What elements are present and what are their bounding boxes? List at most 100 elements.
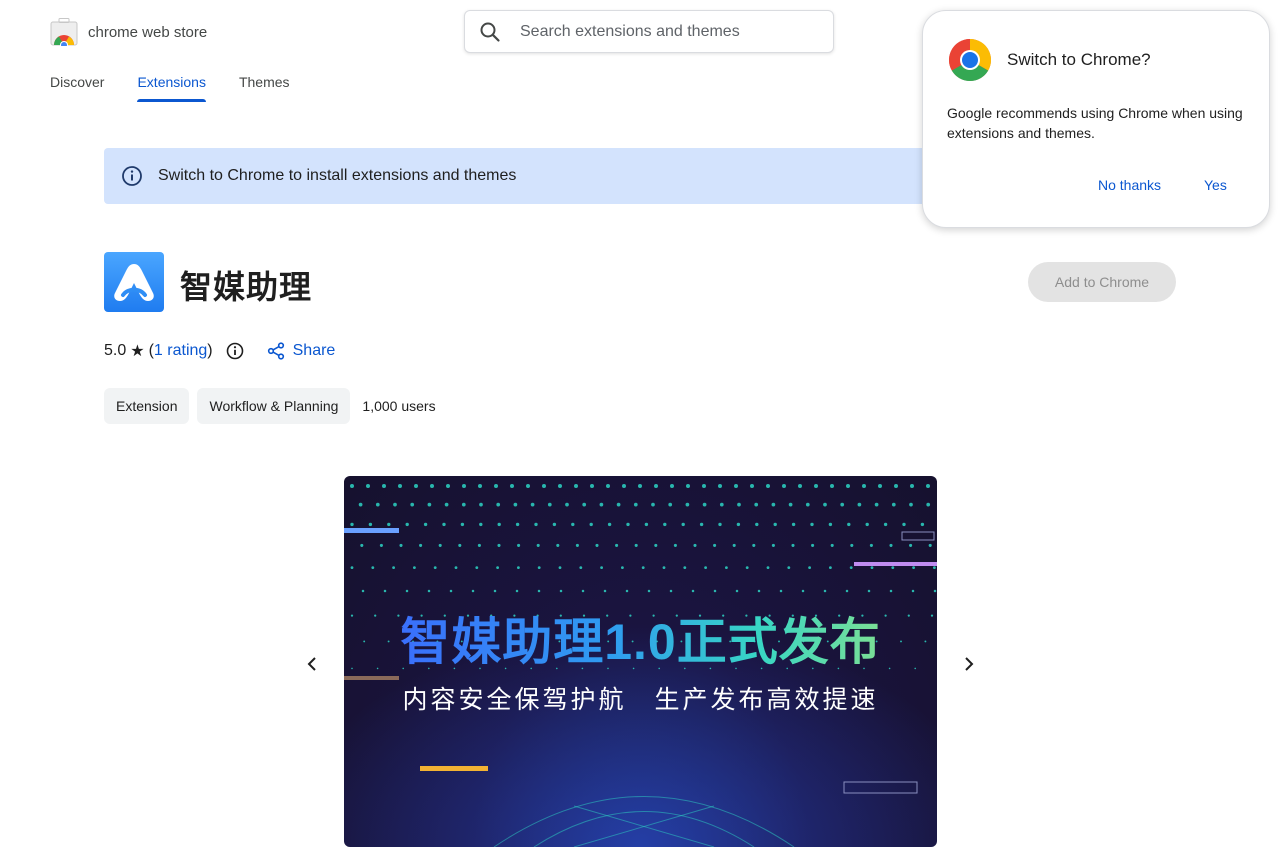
hero-dot [615,543,619,547]
hero-dot [517,543,521,547]
hero-dot [909,543,913,547]
chrome-web-store-icon [50,18,78,49]
star-icon: ★ [130,343,145,360]
hero-dot [414,484,418,488]
hero-dot [547,502,552,507]
hero-dot [870,566,874,569]
hero-dot [849,566,853,569]
tab-themes[interactable]: Themes [239,74,290,102]
chevron-right-icon [965,657,974,671]
share-button[interactable]: Share [267,342,335,360]
hero-dot [713,543,717,547]
hero-dot [430,484,434,488]
hero-dot [755,522,759,527]
hero-dot [638,484,642,488]
yes-button[interactable]: Yes [1204,177,1227,193]
hero-dot [704,566,707,569]
hero-dot [920,522,925,527]
hero-dot [691,589,695,593]
chrome-logo-icon [948,38,992,82]
hero-dot [458,543,462,547]
hero-dot [891,566,895,569]
hero-dot [633,502,638,507]
store-logo[interactable]: chrome web store [50,18,208,49]
hero-dot [926,502,931,507]
search-box[interactable] [464,10,834,53]
carousel-next-button[interactable] [955,650,983,678]
no-thanks-button[interactable]: No thanks [1098,177,1161,193]
hero-dot [909,502,913,507]
hero-dot [589,522,593,527]
store-name: chrome web store [88,23,208,41]
hero-dot [828,522,833,527]
rating-count-link[interactable]: 1 rating [154,342,207,360]
hero-dot [651,502,655,507]
hero-dot [496,566,499,569]
hero-dot [814,484,818,488]
hero-dot [606,484,610,488]
hero-dot [368,522,373,527]
hero-dot [350,522,354,527]
hero-dot [537,589,541,593]
hero-dot [382,484,386,488]
hero-dot [475,566,479,569]
hero-dot [889,589,893,593]
hero-dot [556,543,560,547]
hero-dot [830,543,834,547]
hero-dot [398,484,402,488]
hero-dot [552,522,557,527]
hero-dot [497,543,501,547]
hero-dot [686,484,690,488]
hero-dot [479,502,483,507]
hero-dot [558,484,562,488]
hero-dot [534,522,538,527]
hero-dot [471,589,475,593]
info-icon[interactable] [225,341,245,361]
hero-dot [681,522,685,527]
hero-dot [713,589,717,593]
hero-dot [787,566,791,569]
hero-dot [603,589,607,593]
search-input[interactable] [518,21,812,42]
hero-dot [616,502,621,507]
add-to-chrome-button[interactable]: Add to Chrome [1028,262,1176,302]
hero-dot [515,522,520,527]
hero-dot [754,502,759,507]
hero-dot [771,543,775,547]
hero-dot [542,484,546,488]
hero-dot [644,522,649,527]
hero-dot [662,566,666,569]
hero-dot [933,589,937,593]
hero-dot [693,543,697,547]
hero-dot [360,543,364,547]
hero-dot [427,589,431,593]
hero-dot [771,502,776,507]
hero-dot [798,484,802,488]
hero-dot [865,522,869,527]
extension-title: 智媒助理 [180,269,313,305]
hero-dot [634,543,638,547]
extension-logo-icon [114,264,154,301]
tab-discover[interactable]: Discover [50,74,104,102]
hero-dot [670,484,674,488]
hero-dot [823,589,827,593]
hero-dot [581,589,585,593]
hero-dot [510,484,514,488]
extension-logo [104,252,164,312]
hero-dot [894,484,898,488]
hero-dot [910,484,914,488]
hero-subline: 内容安全保驾护航 生产发布高效提速 [402,686,879,714]
hero-dot [788,502,793,507]
hero-dot [433,566,437,569]
hero-dot [393,502,397,507]
tab-extensions[interactable]: Extensions [137,74,207,102]
main-nav: Discover Extensions Themes [50,74,323,102]
hero-dot [736,522,741,527]
hero-dot [840,502,845,507]
hero-dot [719,502,724,507]
chip-category[interactable]: Workflow & Planning [197,388,351,424]
carousel-prev-button[interactable] [298,650,326,678]
screenshot-carousel-image: 智媒助理1.0正式发布 内容安全保驾护航 生产发布高效提速 [344,476,937,847]
category-chips: Extension Workflow & Planning 1,000 user… [104,388,436,424]
chip-extension[interactable]: Extension [104,388,190,424]
